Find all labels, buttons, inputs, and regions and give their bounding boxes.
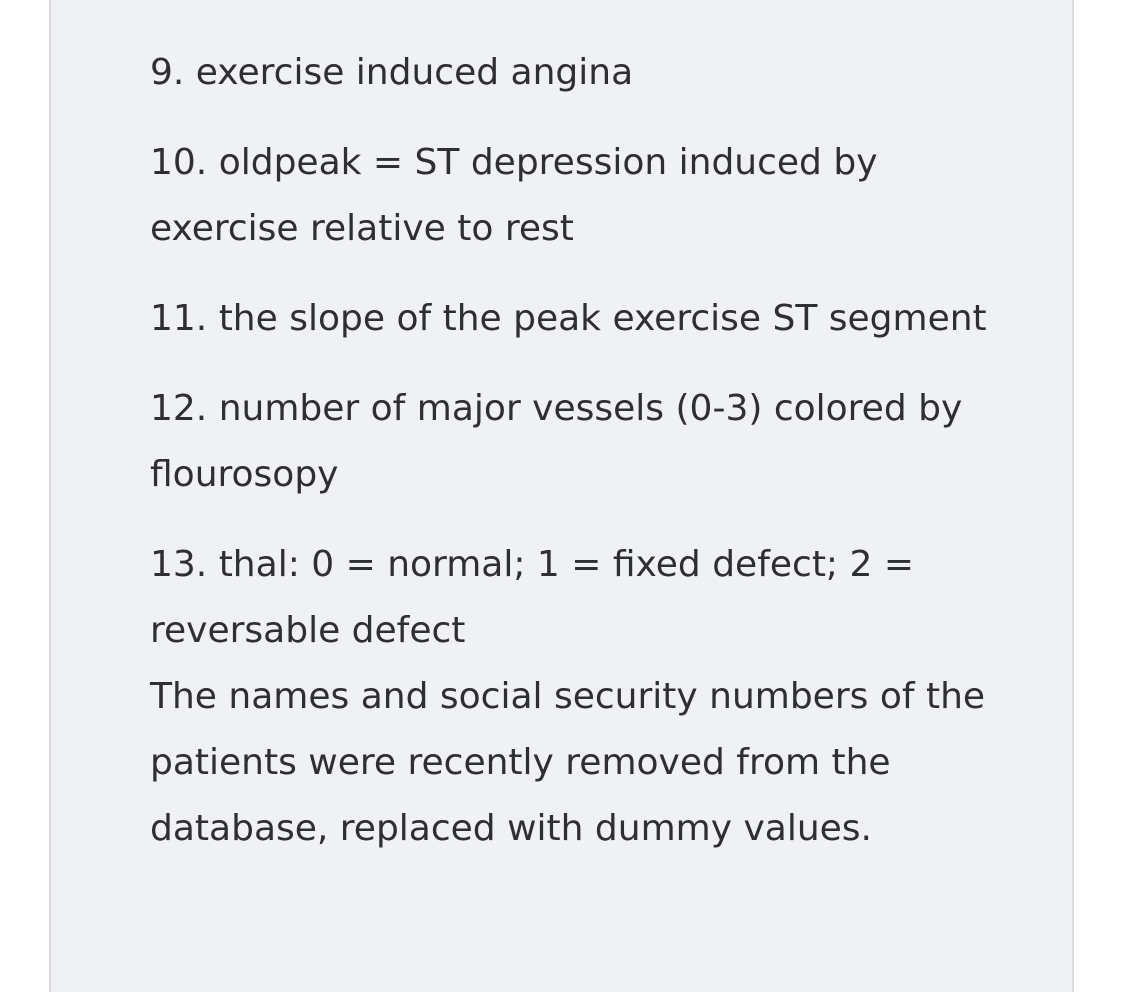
dataset-note: The names and social security numbers of… bbox=[150, 676, 986, 849]
list-item: 12. number of major vessels (0-3) colore… bbox=[150, 388, 963, 495]
list-item: 9. exercise induced angina bbox=[150, 52, 634, 93]
list-item: 10. oldpeak = ST depression induced by e… bbox=[150, 142, 878, 249]
list-item: 13. thal: 0 = normal; 1 = fixed defect; … bbox=[150, 544, 915, 651]
attribute-list: 9. exercise induced angina 10. oldpeak =… bbox=[150, 40, 1030, 862]
content-panel: 9. exercise induced angina 10. oldpeak =… bbox=[49, 0, 1074, 992]
list-item: 11. the slope of the peak exercise ST se… bbox=[150, 298, 987, 339]
